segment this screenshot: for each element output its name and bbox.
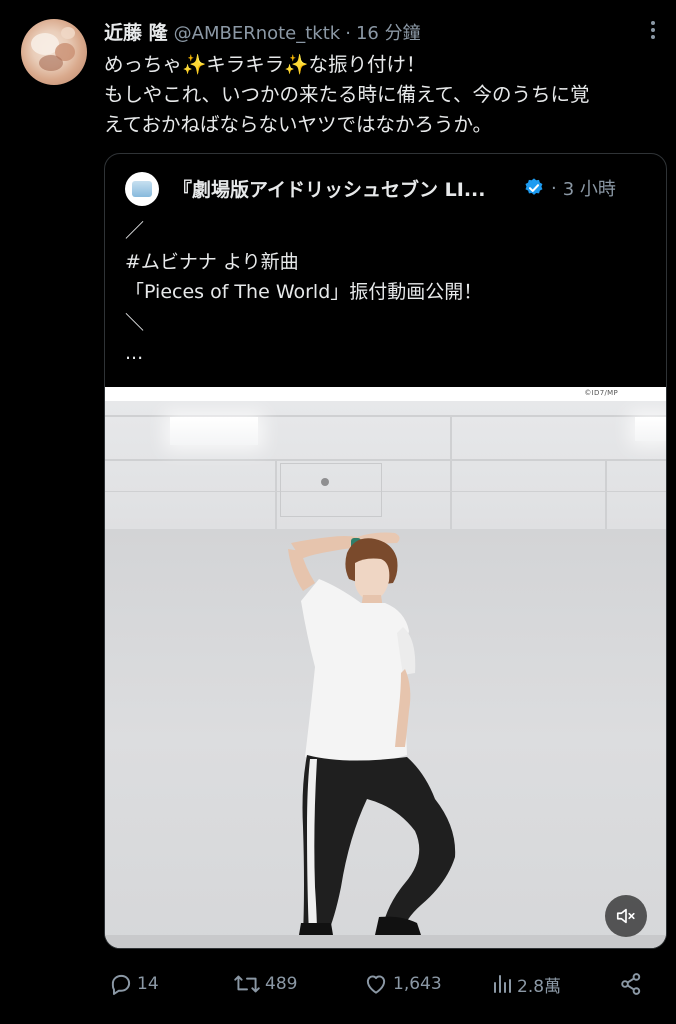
separator-dot: · bbox=[551, 177, 557, 199]
quoted-text-line: ／ bbox=[125, 220, 145, 242]
tweet-text-line: もしやこれ、いつかの来たる時に備えて、今のうちに覚 bbox=[104, 83, 590, 106]
share-button[interactable] bbox=[618, 966, 647, 1002]
quoted-time[interactable]: 3 小時 bbox=[563, 175, 616, 201]
quoted-tweet[interactable]: 『劇場版アイドリッシュセブン LI... · 3 小時 ／ #ムビナナ より新曲… bbox=[104, 153, 667, 949]
display-name[interactable]: 近藤 隆 bbox=[104, 18, 168, 45]
quoted-text-line[interactable]: ... bbox=[125, 338, 655, 369]
quoted-text-line: 「Pieces of The World」振付動画公開！ bbox=[125, 281, 483, 303]
user-handle[interactable]: @AMBERnote_tktk bbox=[174, 23, 341, 44]
tweet-text: めっちゃ✨キラキラ✨な振り付け！ もしやこれ、いつかの来たる時に備えて、今のうち… bbox=[104, 50, 664, 140]
views-icon bbox=[494, 975, 511, 993]
views-button[interactable]: 2.8萬 bbox=[490, 966, 561, 1002]
dancer-figure bbox=[288, 532, 456, 935]
quoted-text-line: ＼ bbox=[125, 311, 145, 334]
separator-dot: · bbox=[345, 23, 351, 44]
verified-icon bbox=[525, 178, 543, 195]
quoted-avatar[interactable] bbox=[125, 172, 159, 206]
video-player[interactable]: ©ID7/MP bbox=[105, 387, 666, 948]
tweet-header: 近藤 隆 @AMBERnote_tktk · 16 分鐘 bbox=[104, 18, 421, 44]
tweet-actions: 14 489 1,643 2.8萬 bbox=[104, 966, 664, 1002]
quoted-text-line: #ムビナナ より新曲 bbox=[125, 250, 299, 273]
retweet-button[interactable]: 489 bbox=[232, 966, 297, 1002]
tweet-text-line: えておかねばならないヤツではなかろうか。 bbox=[104, 113, 493, 136]
tweet-time[interactable]: 16 分鐘 bbox=[356, 19, 421, 45]
view-count: 2.8萬 bbox=[517, 976, 562, 997]
quoted-display-name[interactable]: 『劇場版アイドリッシュセブン LI... bbox=[173, 175, 517, 202]
share-icon bbox=[621, 973, 641, 995]
retweet-count: 489 bbox=[265, 974, 298, 994]
mute-button[interactable] bbox=[605, 895, 647, 937]
like-count: 1,643 bbox=[393, 974, 442, 994]
mute-icon bbox=[616, 908, 635, 924]
retweet-icon bbox=[234, 975, 260, 993]
like-icon bbox=[366, 975, 386, 994]
like-button[interactable]: 1,643 bbox=[362, 966, 442, 1002]
quoted-header: 『劇場版アイドリッシュセブン LI... · 3 小時 bbox=[173, 174, 616, 202]
reply-icon bbox=[111, 974, 131, 995]
more-icon[interactable] bbox=[645, 18, 661, 42]
quoted-text: ／ #ムビナナ より新曲 「Pieces of The World」振付動画公開… bbox=[125, 216, 655, 369]
tweet-text-line: めっちゃ✨キラキラ✨な振り付け！ bbox=[104, 53, 426, 76]
user-avatar[interactable] bbox=[21, 19, 87, 85]
reply-button[interactable]: 14 bbox=[108, 966, 159, 1002]
reply-count: 14 bbox=[137, 974, 159, 994]
